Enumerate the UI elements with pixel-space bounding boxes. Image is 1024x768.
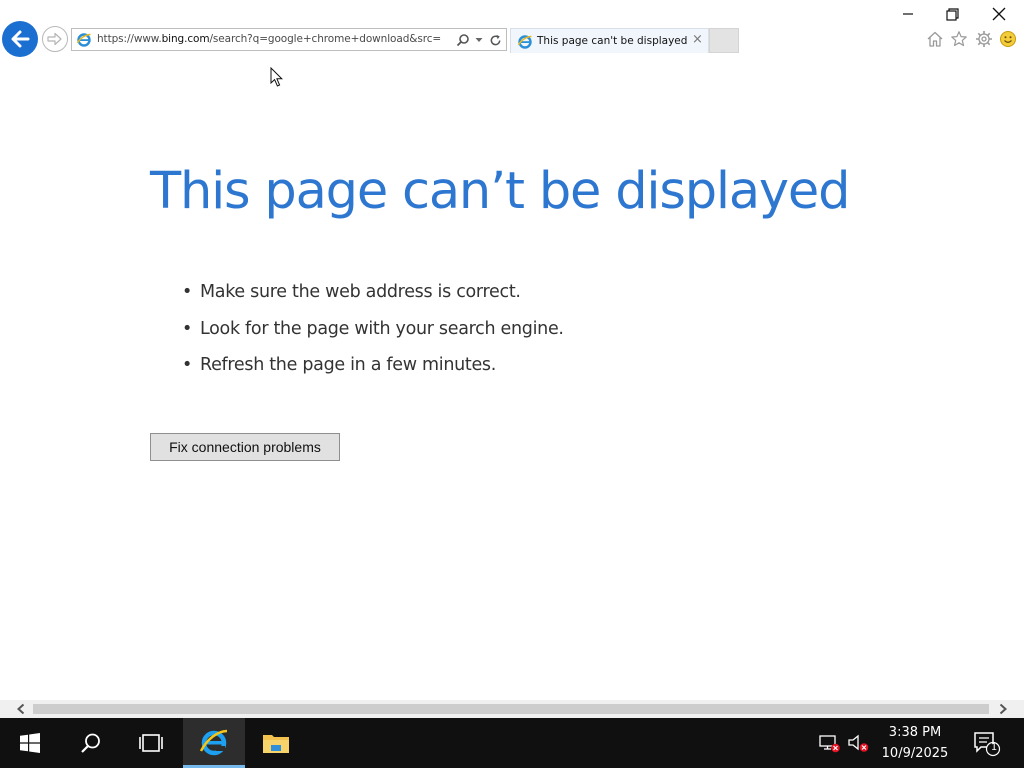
- action-center-button[interactable]: 1: [966, 718, 1004, 768]
- clock-time: 3:38 PM: [888, 725, 942, 740]
- ie-favicon-icon: [76, 32, 92, 52]
- star-icon: [951, 31, 967, 47]
- clock-date: 10/9/2025: [881, 746, 949, 761]
- taskbar-internet-explorer[interactable]: [183, 718, 245, 768]
- scroll-right-button[interactable]: [992, 700, 1014, 718]
- ie-window: https://www.bing.com/search?q=google+chr…: [0, 0, 1024, 768]
- tab-close-button[interactable]: ×: [692, 32, 703, 47]
- minimize-icon: [903, 13, 913, 15]
- task-view-icon: [139, 734, 163, 752]
- search-button[interactable]: [455, 31, 471, 49]
- taskbar-file-explorer[interactable]: [246, 718, 306, 768]
- restore-icon: [945, 7, 959, 21]
- network-disconnected-icon: [819, 735, 840, 753]
- tip-item: Refresh the page in a few minutes.: [182, 355, 564, 392]
- start-button[interactable]: [0, 718, 60, 768]
- favorites-button[interactable]: [949, 29, 969, 49]
- home-icon: [927, 31, 943, 47]
- taskbar-clock[interactable]: 3:38 PM 10/9/2025: [874, 722, 956, 766]
- chevron-left-icon: [17, 703, 25, 715]
- task-view-button[interactable]: [121, 718, 181, 768]
- forward-arrow-icon: [47, 32, 62, 46]
- tools-button[interactable]: [974, 29, 994, 49]
- url-path: /search?q=google+chrome+download&src=: [209, 33, 442, 45]
- tab-current[interactable]: This page can't be displayed ×: [510, 28, 709, 53]
- back-button[interactable]: [2, 21, 38, 57]
- speaker-muted-icon: [848, 734, 869, 752]
- close-button[interactable]: [984, 3, 1014, 25]
- network-tray-icon[interactable]: [815, 718, 843, 768]
- browser-toolbar: https://www.bing.com/search?q=google+chr…: [0, 0, 1024, 58]
- tip-item: Look for the page with your search engin…: [182, 319, 564, 356]
- address-dropdown-button[interactable]: [472, 31, 486, 49]
- forward-button[interactable]: [42, 26, 68, 52]
- refresh-button[interactable]: [487, 31, 503, 49]
- address-url[interactable]: https://www.bing.com/search?q=google+chr…: [97, 33, 453, 48]
- internet-explorer-icon: [199, 729, 228, 755]
- tip-item: Make sure the web address is correct.: [182, 282, 564, 319]
- search-taskbar-button[interactable]: [61, 718, 121, 768]
- url-host: bing.com: [161, 33, 210, 45]
- tab-ie-favicon-icon: [517, 34, 533, 54]
- minimize-button[interactable]: [893, 3, 923, 25]
- tab-title: This page can't be displayed: [537, 35, 688, 47]
- page-title: This page can’t be displayed: [150, 162, 850, 221]
- scroll-left-button[interactable]: [10, 700, 32, 718]
- scrollbar-thumb[interactable]: [33, 704, 989, 714]
- back-arrow-icon: [11, 30, 30, 48]
- close-icon: [992, 7, 1006, 21]
- notification-count-badge: 1: [990, 742, 998, 753]
- folder-icon: [263, 735, 289, 753]
- search-icon: [456, 34, 469, 47]
- search-icon: [81, 733, 100, 753]
- new-tab-button[interactable]: [709, 28, 739, 53]
- refresh-icon: [490, 34, 500, 45]
- chevron-down-icon: [475, 38, 483, 42]
- chevron-right-icon: [999, 703, 1007, 715]
- volume-tray-icon[interactable]: [845, 718, 871, 768]
- smiley-icon: [1000, 31, 1016, 47]
- feedback-button[interactable]: [998, 29, 1018, 49]
- restore-button[interactable]: [937, 3, 967, 25]
- fix-connection-problems-button[interactable]: Fix connection problems: [150, 433, 340, 461]
- gear-icon: [976, 31, 992, 47]
- home-button[interactable]: [925, 29, 945, 49]
- troubleshooting-tips: Make sure the web address is correct. Lo…: [182, 282, 564, 392]
- mouse-cursor-icon: [270, 67, 284, 87]
- address-bar[interactable]: https://www.bing.com/search?q=google+chr…: [71, 28, 507, 51]
- taskbar: 3:38 PM 10/9/2025 1: [0, 718, 1024, 768]
- url-prefix: https://www.: [97, 33, 162, 45]
- windows-logo-icon: [20, 733, 40, 753]
- horizontal-scrollbar[interactable]: [0, 700, 1024, 718]
